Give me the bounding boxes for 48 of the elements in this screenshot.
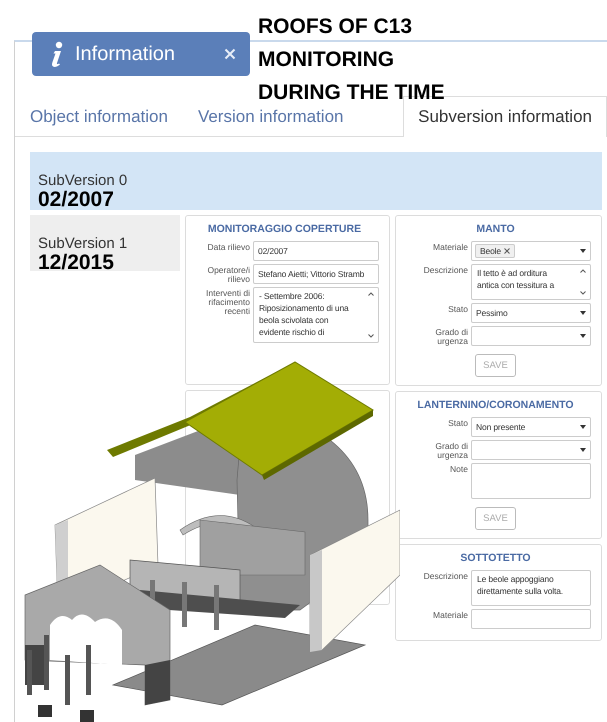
chevron-up-icon	[580, 269, 586, 273]
input-field[interactable]: Stefano Aietti; Vittorio Stramb	[253, 264, 379, 284]
input-field[interactable]: 02/2007	[253, 241, 379, 261]
close-icon	[504, 248, 510, 254]
caret-icon	[580, 425, 586, 429]
close-icon[interactable]	[224, 48, 236, 60]
select-field[interactable]: Pessimo	[471, 303, 591, 323]
text-area[interactable]	[471, 463, 591, 499]
tag-chip[interactable]: Beole	[475, 244, 515, 258]
select-field[interactable]: Non presente	[471, 417, 591, 437]
caret-icon	[580, 311, 586, 315]
tab[interactable]: Object information	[15, 96, 183, 137]
window-title: Information	[75, 42, 176, 66]
field-label: Descrizione	[424, 264, 468, 275]
caret-icon	[580, 448, 586, 452]
subversion-label: SubVersion 0	[38, 172, 128, 189]
field-label: Grado di urgenza	[434, 440, 468, 460]
field-label: Stato	[448, 417, 468, 428]
field-label: Descrizione	[424, 570, 468, 581]
select-field[interactable]	[471, 326, 591, 346]
field-label: Interventi di rifacimento recenti	[205, 287, 250, 316]
field-label: Materiale	[433, 241, 468, 252]
subversion-label: SubVersion 1	[38, 235, 128, 252]
input-field[interactable]	[471, 609, 591, 629]
subversion-item[interactable]: SubVersion 1 12/2015	[30, 215, 180, 271]
chevron-up-icon	[368, 292, 374, 296]
text-area[interactable]: Le beole appoggiano direttamente sulla volta.	[471, 570, 591, 606]
field-label: Note	[450, 463, 468, 474]
panel-title: MONITORAGGIO COPERTURE	[206, 223, 362, 235]
text-area[interactable]: Il tetto è ad orditura antica con tessitura a	[471, 264, 591, 300]
field-label: Operatore/i rilievo	[206, 264, 250, 284]
select-field[interactable]	[471, 440, 591, 460]
field-label: Materiale	[433, 609, 468, 620]
field-label: Grado di urgenza	[434, 326, 468, 346]
select-field[interactable]: Beole	[471, 241, 591, 261]
caret-icon	[580, 249, 586, 253]
panel-title: LANTERNINO/CORONAMENTO	[416, 399, 575, 411]
subversion-date: 02/2007	[38, 189, 115, 210]
field-label: Stato	[448, 303, 468, 314]
subversion-date: 12/2015	[38, 252, 115, 273]
panel-title: SOTTOTETTO	[459, 552, 532, 564]
field-label: Data rilievo	[207, 241, 250, 252]
panel-title: MANTO	[475, 223, 516, 235]
chevron-down-icon	[580, 291, 586, 295]
subversion-item[interactable]: SubVersion 0 02/2007	[30, 152, 602, 210]
text-area[interactable]: - Settembre 2006: Riposizionamento di una beola scivolata con evidente rischio di	[253, 287, 379, 343]
chevron-down-icon	[368, 334, 374, 338]
caret-icon	[580, 334, 586, 338]
